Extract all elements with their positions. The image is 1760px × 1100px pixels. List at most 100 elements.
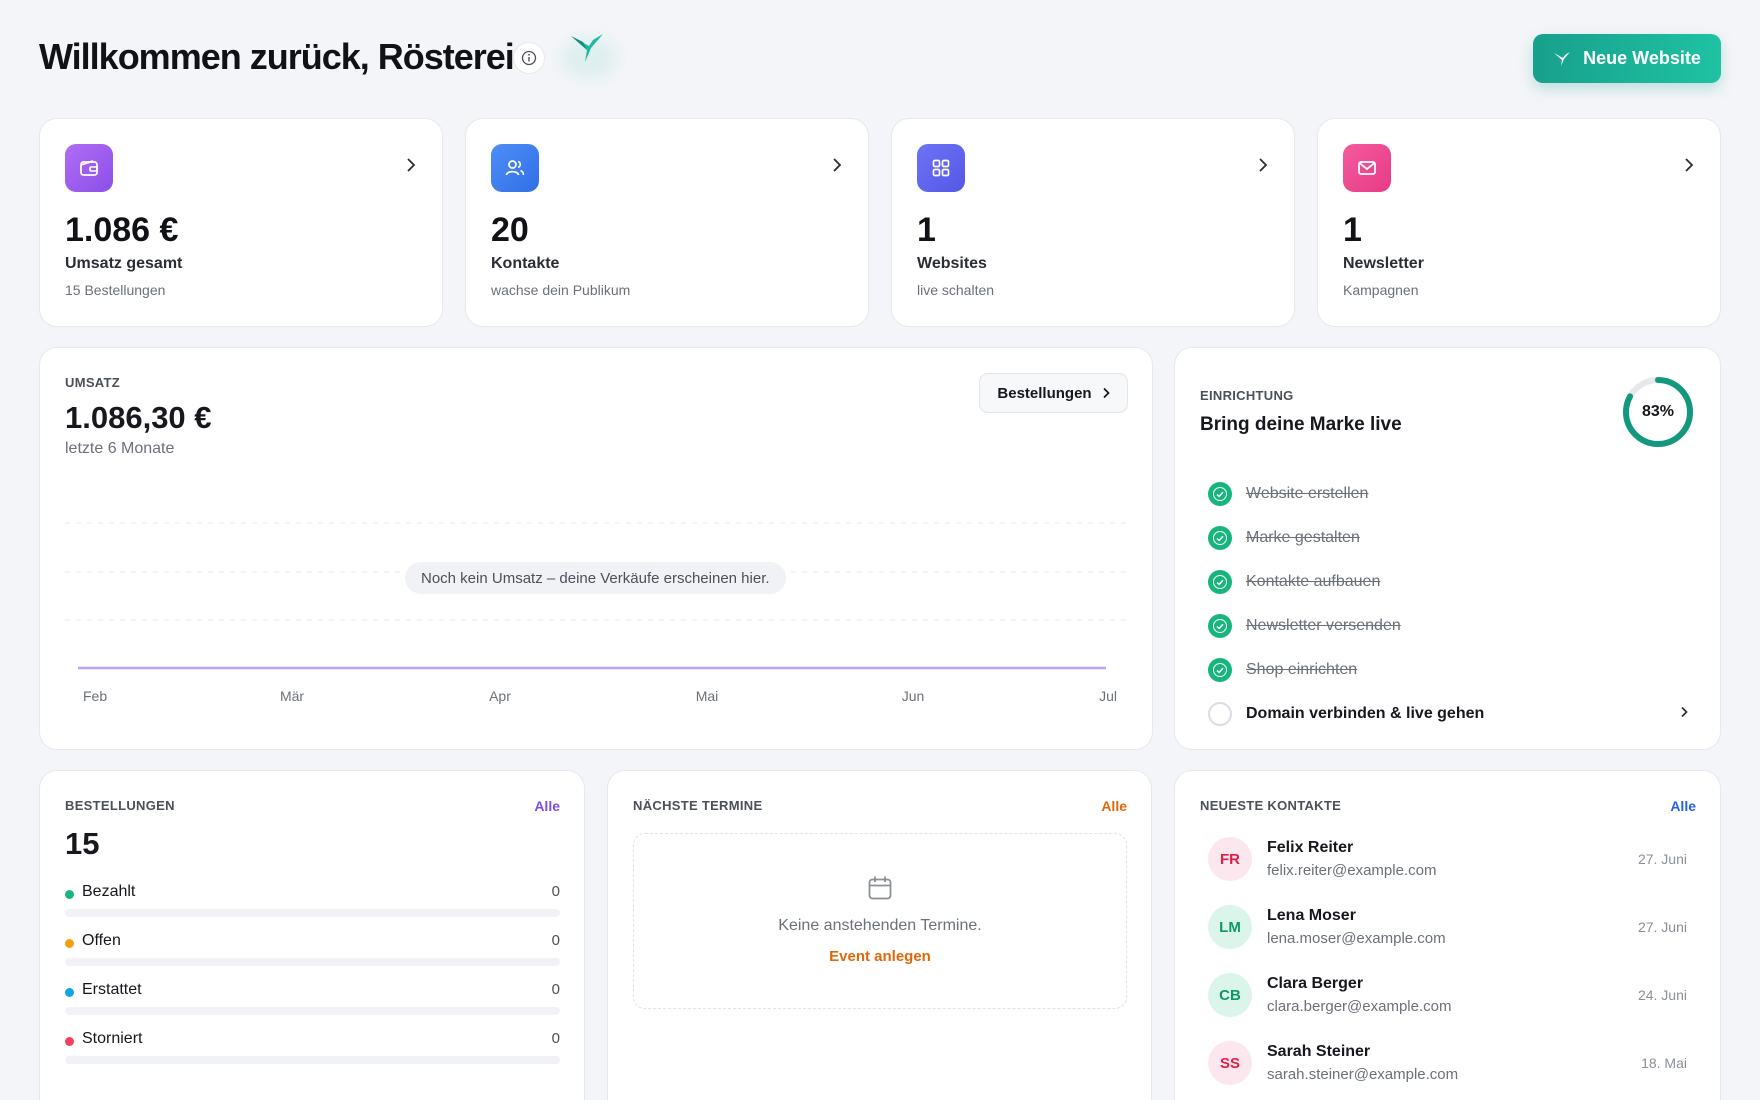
task-item[interactable]: Marke gestalten [1208,516,1694,560]
contact-email: clara.berger@example.com [1267,998,1452,1015]
task-item[interactable]: Newsletter versenden [1208,604,1694,648]
setup-card: EINRICHTUNG Bring deine Marke live 83% W… [1174,347,1721,750]
task-item[interactable]: Website erstellen [1208,472,1694,516]
setup-title: Bring deine Marke live [1200,414,1402,435]
users-icon [491,144,539,192]
setup-task-list: Website erstellen Marke gestalten Kontak… [1208,472,1694,736]
orders-card: BESTELLUNGEN Alle 15 Bezahlt 0 Offen 0 E… [39,770,585,1100]
contact-row[interactable]: SS Sarah Steiner sarah.steiner@example.c… [1208,1039,1687,1100]
chart-empty-message: Noch kein Umsatz – deine Verkäufe ersche… [405,562,786,594]
contact-email: sarah.steiner@example.com [1267,1066,1459,1083]
order-status-list: Bezahlt 0 Offen 0 Erstattet 0 Storniert … [65,883,560,1079]
order-status-count: 0 [551,932,560,949]
empty-circle-icon [1208,702,1232,726]
contact-date: 18. Mai [1641,1055,1687,1071]
new-website-button[interactable]: Neue Website [1533,34,1721,83]
contact-row[interactable]: LM Lena Moser lena.moser@example.com 27.… [1208,903,1687,971]
x-tick-label: Jul [1099,688,1117,704]
contacts-all-link[interactable]: Alle [1670,798,1696,814]
order-status-bar [65,1056,560,1064]
check-circle-icon [1208,482,1232,506]
events-empty-state: Keine anstehenden Termine. Event anlegen [633,833,1127,1009]
contact-date: 27. Juni [1637,851,1687,867]
task-label: Shop einrichten [1246,661,1358,678]
avatar: LM [1208,905,1252,949]
stat-value: 1 [1343,211,1362,249]
task-item[interactable]: Shop einrichten [1208,648,1694,692]
stat-card-newsletter[interactable]: 1 Newsletter Kampagnen [1317,118,1721,327]
stat-subtext: wachse dein Publikum [491,282,631,298]
events-all-link[interactable]: Alle [1101,798,1127,814]
order-status-count: 0 [551,1030,560,1047]
info-button[interactable] [513,42,545,74]
contact-row[interactable]: FR Felix Reiter felix.reiter@example.com… [1208,835,1687,903]
contact-email: lena.moser@example.com [1267,930,1446,947]
create-event-link[interactable]: Event anlegen [634,948,1126,965]
revenue-section-label: UMSATZ [65,375,120,390]
stat-label: Kontakte [491,255,560,272]
order-status-label: Offen [82,932,121,949]
events-section-label: NÄCHSTE TERMINE [633,798,763,813]
orders-button-label: Bestellungen [997,384,1092,402]
orders-section-label: BESTELLUNGEN [65,798,175,813]
orders-all-link[interactable]: Alle [534,798,560,814]
order-status-row: Erstattet 0 [65,981,560,1030]
events-card: NÄCHSTE TERMINE Alle Keine anstehenden T… [607,770,1152,1100]
chevron-right-icon [1259,158,1268,172]
contact-row[interactable]: CB Clara Berger clara.berger@example.com… [1208,971,1687,1039]
order-status-count: 0 [551,883,560,900]
check-circle-icon [1208,526,1232,550]
stat-card-contacts[interactable]: 20 Kontakte wachse dein Publikum [465,118,869,327]
contact-name: Felix Reiter [1267,839,1354,856]
chevron-right-icon [1685,158,1694,172]
stat-value: 1.086 € [65,211,179,249]
chevron-right-icon [1102,387,1110,399]
status-dot [65,1037,74,1046]
info-icon [521,50,537,66]
revenue-period: letzte 6 Monate [65,440,175,457]
order-status-bar [65,909,560,917]
task-label: Newsletter versenden [1246,617,1401,634]
setup-section-label: EINRICHTUNG [1200,388,1294,403]
task-item-open[interactable]: Domain verbinden & live gehen [1208,692,1694,736]
page-header: Willkommen zurück, Rösterei Neue Website [39,30,1721,86]
stat-card-revenue[interactable]: 1.086 € Umsatz gesamt 15 Bestellungen [39,118,443,327]
revenue-card: Feb Mär Apr Mai Jun Jul UMSATZ 1.086,30 € let… [39,347,1153,750]
check-circle-icon [1208,570,1232,594]
stat-label: Websites [917,255,987,272]
orders-count: 15 [65,826,100,861]
grid-icon [917,144,965,192]
chevron-right-icon [1681,706,1688,718]
x-tick-label: Mär [280,688,304,704]
task-label: Marke gestalten [1246,529,1360,546]
order-status-row: Offen 0 [65,932,560,981]
x-tick-label: Jun [902,688,925,704]
order-status-label: Erstattet [82,981,142,998]
stat-subtext: Kampagnen [1343,282,1419,298]
contacts-section-label: NEUESTE KONTAKTE [1200,798,1342,813]
x-tick-label: Feb [83,688,107,704]
new-website-label: Neue Website [1583,48,1701,68]
status-dot [65,939,74,948]
calendar-icon [868,876,892,900]
stat-label: Newsletter [1343,255,1424,272]
progress-percent: 83% [1641,403,1675,420]
contact-date: 27. Juni [1637,919,1687,935]
avatar: SS [1208,1041,1252,1085]
stat-subtext: 15 Bestellungen [65,282,166,298]
x-tick-label: Mai [696,688,719,704]
orders-button[interactable]: Bestellungen [979,373,1128,413]
order-status-row: Bezahlt 0 [65,883,560,932]
stat-card-websites[interactable]: 1 Websites live schalten [891,118,1295,327]
chevron-right-icon [833,158,842,172]
chevron-right-icon [407,158,416,172]
mail-icon [1343,144,1391,192]
order-status-row: Storniert 0 [65,1030,560,1079]
task-item[interactable]: Kontakte aufbauen [1208,560,1694,604]
avatar: CB [1208,973,1252,1017]
stat-value: 1 [917,211,936,249]
status-dot [65,890,74,899]
contact-name: Sarah Steiner [1267,1043,1371,1060]
contact-email: felix.reiter@example.com [1267,862,1437,879]
contact-list: FR Felix Reiter felix.reiter@example.com… [1208,835,1687,1100]
